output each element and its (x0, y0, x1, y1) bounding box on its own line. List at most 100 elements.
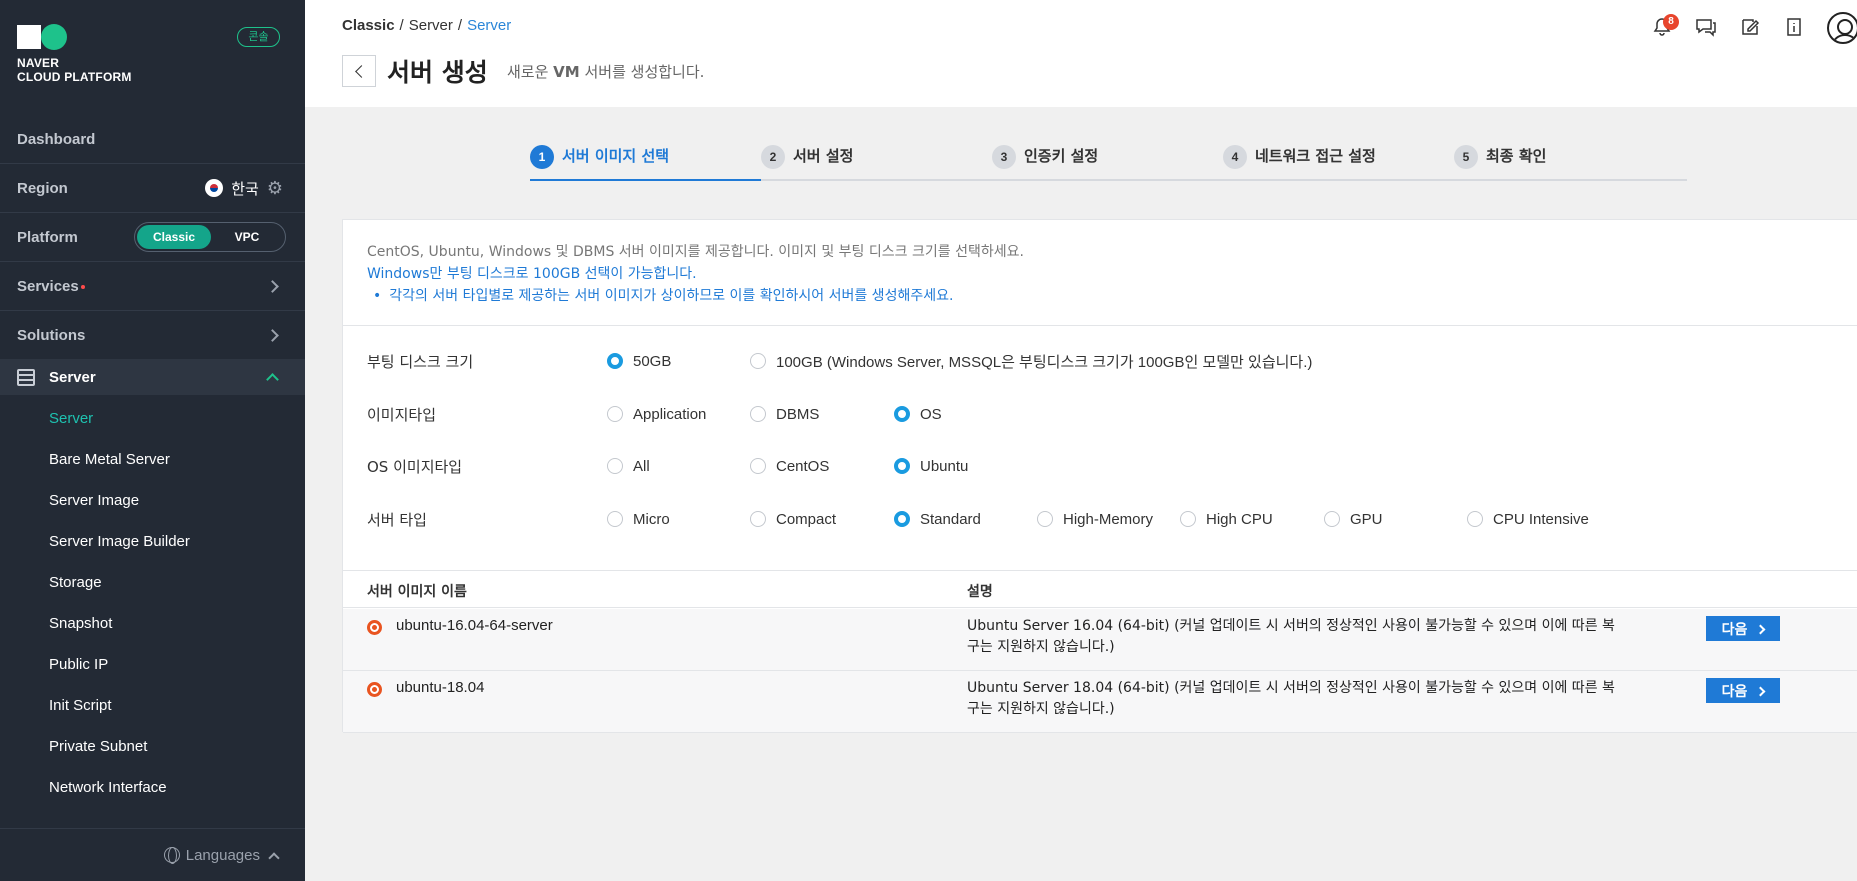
step-final-confirm[interactable]: 5 최종 확인 (1454, 141, 1685, 179)
step-server-settings[interactable]: 2 서버 설정 (761, 141, 992, 179)
submenu-item-server[interactable]: Server (0, 398, 305, 439)
image-description: Ubuntu Server 18.04 (64-bit) (커널 업데이트 시 … (967, 680, 1615, 717)
chevron-right-icon (266, 279, 279, 293)
page-title: 서버 생성 (387, 58, 488, 87)
chevron-up-icon (268, 851, 280, 864)
radio-dot (1037, 511, 1053, 527)
chevron-right-icon (266, 328, 279, 342)
radio-dot (750, 406, 766, 422)
image-name: ubuntu-16.04-64-server (396, 617, 553, 634)
radio-label: DBMS (776, 405, 820, 423)
next-button[interactable]: 다음 (1706, 678, 1780, 703)
radio-dot (750, 458, 766, 474)
radio-dot (750, 511, 766, 527)
radio-ubuntu[interactable]: Ubuntu (894, 458, 968, 475)
radio-dot (607, 511, 623, 527)
submenu-item-server-image-builder[interactable]: Server Image Builder (0, 521, 305, 562)
radio-all[interactable]: All (607, 458, 650, 475)
chevron-right-icon (1755, 624, 1766, 634)
image-name: ubuntu-18.04 (396, 679, 485, 696)
radio-standard[interactable]: Standard (894, 511, 981, 528)
header-icons: 8 (1651, 12, 1857, 44)
region-label: Region (17, 179, 68, 197)
breadcrumb-classic[interactable]: Classic (342, 17, 395, 34)
radio-dot (607, 353, 623, 369)
korea-flag-icon (205, 179, 224, 197)
table-row[interactable]: ubuntu-16.04-64-server Ubuntu Server 16.… (343, 609, 1857, 671)
next-button[interactable]: 다음 (1706, 616, 1780, 641)
radio-label: 100GB (Windows Server, MSSQL은 부팅디스크 크기가 … (776, 353, 1313, 371)
platform-classic-option[interactable]: Classic (137, 225, 211, 249)
step-label: 네트워크 접근 설정 (1255, 147, 1376, 165)
step-number: 1 (530, 145, 554, 169)
sidebar-item-dashboard[interactable]: Dashboard (0, 115, 305, 164)
sidebar-item-solutions[interactable]: Solutions (0, 311, 305, 360)
server-type-row: 서버 타입 Micro Compact Standard High-Memory… (367, 507, 1817, 531)
radio-compact[interactable]: Compact (750, 511, 836, 528)
back-button[interactable] (342, 55, 376, 87)
info-line-2: Windows만 부팅 디스크로 100GB 선택이 가능합니다. (367, 266, 697, 282)
subtitle-suffix: 서버를 생성합니다. (579, 63, 705, 81)
sidebar-item-label: Solutions (17, 326, 86, 344)
platform-toggle[interactable]: Classic VPC (134, 222, 286, 252)
table-row[interactable]: ubuntu-18.04 Ubuntu Server 18.04 (64-bit… (343, 671, 1857, 733)
languages-selector[interactable]: Languages (0, 828, 305, 881)
step-server-image[interactable]: 1 서버 이미지 선택 (530, 141, 761, 181)
boot-disk-label: 부팅 디스크 크기 (367, 352, 474, 371)
submenu-item-private-subnet[interactable]: Private Subnet (0, 726, 305, 767)
region-selector[interactable]: 한국 ⚙ (205, 178, 283, 199)
subtitle-prefix: 새로운 (507, 63, 554, 81)
edit-note-icon[interactable] (1739, 17, 1761, 39)
breadcrumb-server[interactable]: Server (409, 17, 453, 34)
radio-label: Application (633, 405, 707, 423)
sidebar-section-server[interactable]: Server (0, 359, 305, 395)
step-network-access[interactable]: 4 네트워크 접근 설정 (1223, 141, 1454, 179)
sidebar-item-services[interactable]: Services (0, 262, 305, 311)
submenu-item-server-image[interactable]: Server Image (0, 480, 305, 521)
radio-cpu-intensive[interactable]: CPU Intensive (1467, 511, 1589, 528)
column-header-desc: 설명 (967, 584, 993, 600)
radio-100gb[interactable]: 100GB (Windows Server, MSSQL은 부팅디스크 크기가 … (750, 351, 1312, 372)
gear-icon[interactable]: ⚙ (267, 179, 283, 197)
logo-mark-icon (17, 24, 132, 50)
radio-high-cpu[interactable]: High CPU (1180, 511, 1273, 528)
radio-gpu[interactable]: GPU (1324, 511, 1383, 528)
radio-label: OS (920, 405, 942, 423)
region-value: 한국 (231, 180, 259, 198)
radio-micro[interactable]: Micro (607, 511, 670, 528)
languages-label: Languages (185, 846, 260, 864)
radio-high-memory[interactable]: High-Memory (1037, 511, 1153, 528)
info-box: CentOS, Ubuntu, Windows 및 DBMS 서버 이미지를 제… (343, 220, 1857, 326)
info-document-icon[interactable] (1783, 17, 1805, 39)
breadcrumb-current[interactable]: Server (467, 17, 511, 34)
submenu-item-public-ip[interactable]: Public IP (0, 644, 305, 685)
breadcrumb-separator: / (399, 17, 404, 34)
notification-bell-icon[interactable]: 8 (1651, 14, 1679, 39)
step-number: 3 (992, 145, 1016, 169)
submenu-item-init-script[interactable]: Init Script (0, 685, 305, 726)
naver-cloud-logo[interactable]: NAVER CLOUD PLATFORM (17, 24, 132, 84)
radio-os[interactable]: OS (894, 406, 942, 423)
chevron-up-icon (266, 373, 279, 386)
submenu-item-snapshot[interactable]: Snapshot (0, 603, 305, 644)
user-avatar[interactable] (1827, 12, 1857, 44)
chat-icon[interactable] (1695, 17, 1717, 39)
next-button-label: 다음 (1721, 683, 1748, 700)
submenu-item-storage[interactable]: Storage (0, 562, 305, 603)
page-subtitle: 새로운 VM 서버를 생성합니다. (507, 61, 704, 82)
radio-50gb[interactable]: 50GB (607, 353, 671, 370)
submenu-item-bare-metal-server[interactable]: Bare Metal Server (0, 439, 305, 480)
step-label: 서버 설정 (793, 147, 854, 165)
radio-dbms[interactable]: DBMS (750, 406, 819, 423)
subtitle-bold: VM (553, 63, 580, 81)
console-badge[interactable]: 콘솔 (237, 27, 280, 47)
radio-dot (894, 511, 910, 527)
radio-centos[interactable]: CentOS (750, 458, 829, 475)
platform-vpc-option[interactable]: VPC (211, 230, 283, 244)
server-image-panel: CentOS, Ubuntu, Windows 및 DBMS 서버 이미지를 제… (342, 219, 1857, 733)
step-auth-key[interactable]: 3 인증키 설정 (992, 141, 1223, 179)
step-label: 인증키 설정 (1024, 147, 1099, 165)
submenu-item-network-interface[interactable]: Network Interface (0, 767, 305, 808)
radio-application[interactable]: Application (607, 406, 706, 423)
breadcrumb-separator: / (457, 17, 463, 34)
